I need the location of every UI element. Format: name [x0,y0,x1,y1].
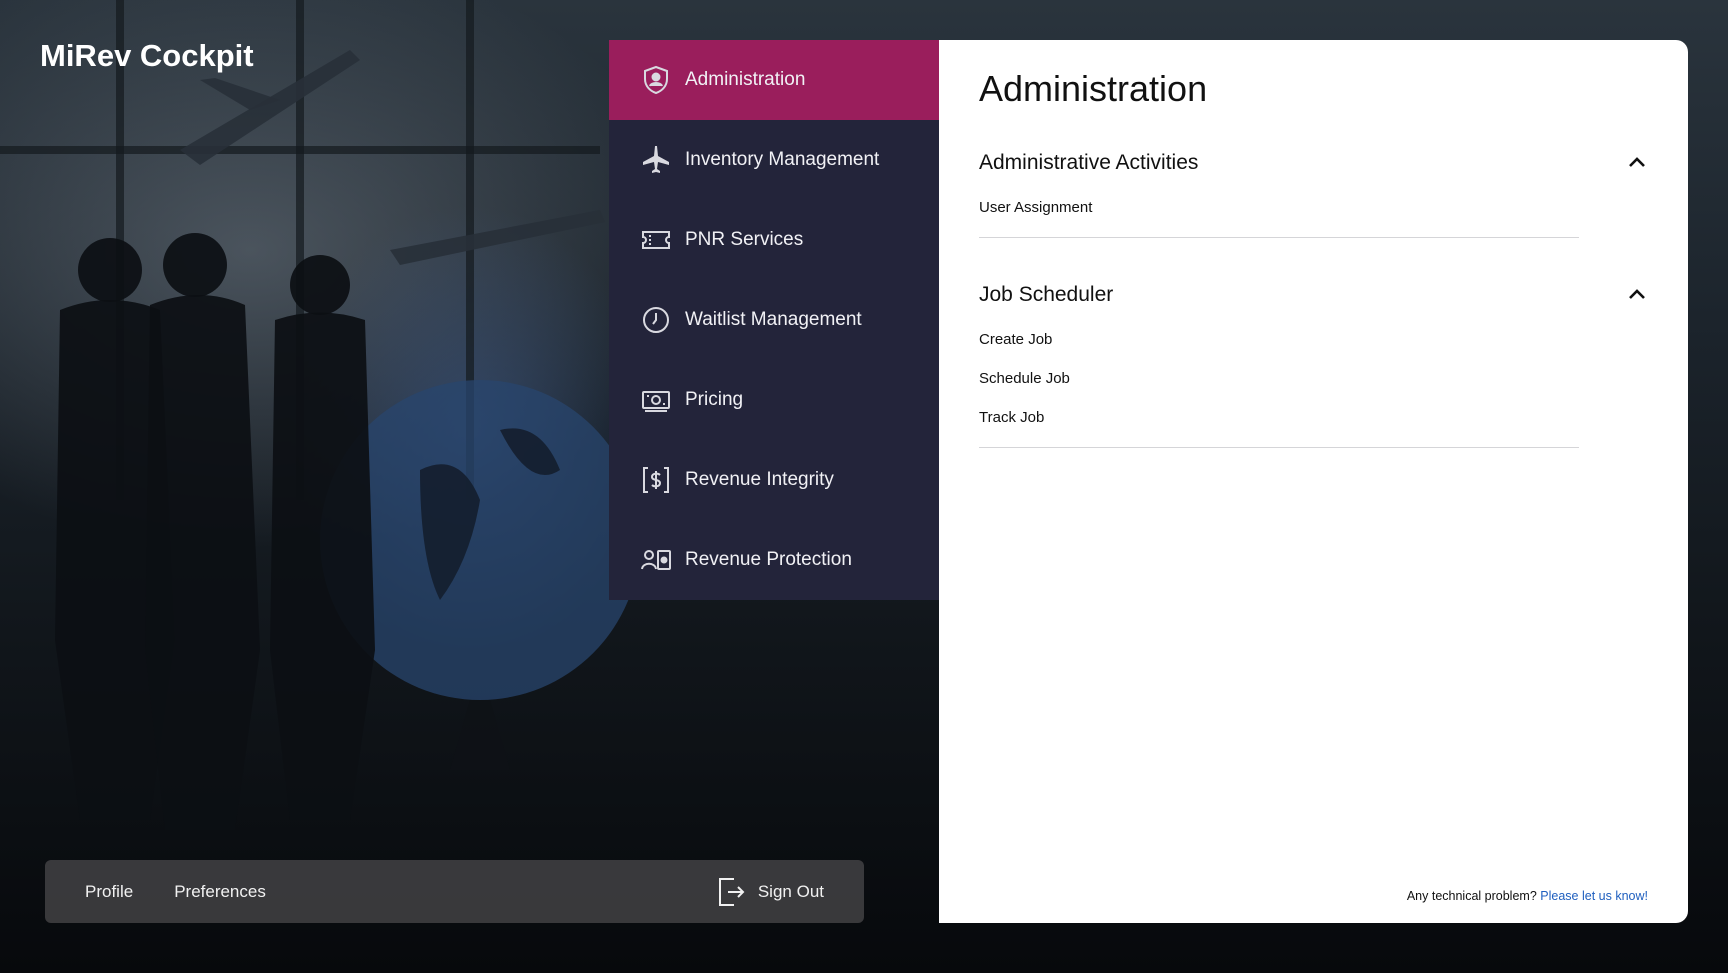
user-shield-icon [639,543,673,577]
section-job-scheduler: Job Scheduler Create Job Schedule Job Tr… [979,280,1649,448]
section-title: Job Scheduler [979,283,1114,306]
support-text: Any technical problem? [1406,889,1537,903]
menu-item-revenue-integrity[interactable]: Revenue Integrity [609,440,939,520]
section-header[interactable]: Administrative Activities [979,148,1649,178]
menu-item-label: Inventory Management [685,149,880,170]
menu-item-label: PNR Services [685,229,804,250]
profile-link[interactable]: Profile [85,882,133,902]
shield-user-icon [639,63,673,97]
menu-item-pnr-services[interactable]: PNR Services [609,200,939,280]
menu-item-pricing[interactable]: Pricing [609,360,939,440]
support-link-please[interactable]: Please [1540,889,1578,903]
link-track-job[interactable]: Track Job [979,408,1649,447]
banknote-icon [639,383,673,417]
menu-item-administration[interactable]: Administration [609,40,939,120]
menu-item-inventory-management[interactable]: Inventory Management [609,120,939,200]
menu-item-label: Revenue Protection [685,549,852,570]
link-create-job[interactable]: Create Job [979,330,1649,369]
main-menu: Administration Inventory Management PNR … [609,40,939,600]
menu-item-label: Waitlist Management [685,309,862,330]
menu-item-label: Pricing [685,389,744,410]
menu-item-label: Administration [685,69,806,90]
divider [979,237,1579,238]
section-header[interactable]: Job Scheduler [979,280,1649,310]
sign-out-label: Sign Out [757,881,824,901]
section-title: Administrative Activities [979,151,1199,174]
support-link-let-us-know[interactable]: let us know! [1582,889,1648,903]
content-panel: Administration Administrative Activities… [939,40,1688,923]
link-schedule-job[interactable]: Schedule Job [979,369,1649,408]
sign-out-icon [718,877,745,906]
airplane-icon [639,143,673,177]
menu-item-label: Revenue Integrity [685,469,834,490]
preferences-link[interactable]: Preferences [174,882,266,902]
section-administrative-activities: Administrative Activities User Assignmen… [979,148,1649,238]
link-user-assignment[interactable]: User Assignment [979,198,1649,237]
clock-icon [639,303,673,337]
bottom-bar: Profile Preferences Sign Out [45,860,864,923]
chevron-up-icon[interactable] [1625,283,1649,307]
chevron-up-icon[interactable] [1625,151,1649,175]
app-title: MiRev Cockpit [40,38,254,73]
menu-item-waitlist-management[interactable]: Waitlist Management [609,280,939,360]
menu-item-revenue-protection[interactable]: Revenue Protection [609,520,939,600]
dollar-bracket-icon [639,463,673,497]
ticket-icon [639,223,673,257]
sign-out-button[interactable]: Sign Out [716,875,824,909]
page-title: Administration [979,68,1208,109]
support-note: Any technical problem? Please let us kno… [1407,889,1648,903]
divider [979,447,1579,448]
